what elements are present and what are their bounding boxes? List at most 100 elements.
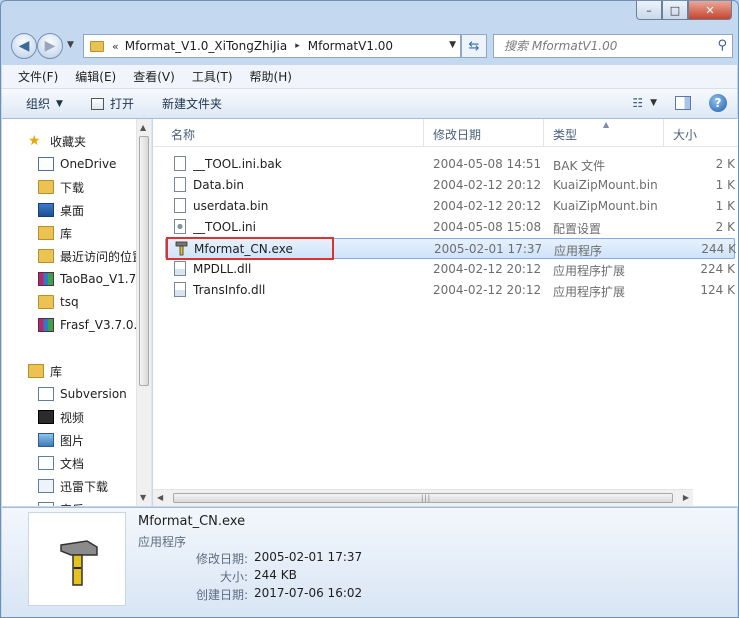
preview-pane-icon[interactable] [675, 96, 691, 110]
horizontal-scrollbar[interactable]: ◀ ||| ▶ [153, 489, 693, 506]
open-button[interactable]: 打开 [90, 95, 134, 112]
dropdown-arrow-icon: ▼ [56, 98, 63, 109]
menu-view[interactable]: 查看(V) [133, 68, 175, 85]
column-date[interactable]: 修改日期 [433, 126, 481, 143]
search-box: ⚲ [493, 34, 733, 58]
details-file-type: 应用程序 [138, 535, 187, 549]
file-name: __TOOL.ini [193, 220, 256, 234]
file-row[interactable]: userdata.bin 2004-02-12 20:12 KuaiZipMou… [165, 196, 735, 217]
nav-item-onedrive[interactable]: OneDrive [2, 153, 137, 175]
forward-button[interactable]: ▶ [37, 33, 63, 59]
nav-item-label: 音乐 [60, 501, 84, 507]
nav-item-tsq[interactable]: tsq [2, 291, 137, 313]
nav-library[interactable]: 库 [2, 360, 137, 382]
file-row[interactable]: TransInfo.dll 2004-02-12 20:12 应用程序扩展 12… [165, 280, 735, 301]
search-icon[interactable]: ⚲ [717, 38, 727, 53]
nav-item-videos[interactable]: 视频 [2, 406, 137, 428]
nav-item-pictures[interactable]: 图片 [2, 429, 137, 451]
breadcrumb-overflow[interactable]: « [112, 40, 119, 53]
nav-item-label: 下载 [60, 180, 85, 195]
column-divider[interactable] [663, 119, 664, 147]
nav-item-label: TaoBao_V1.7 [60, 272, 137, 286]
file-icon [174, 198, 186, 213]
details-created-label: 创建日期: [195, 588, 248, 602]
address-row: ◀ ▶ ▼ « Mformat_V1.0_XiTongZhiJia ▸ Mfor… [9, 32, 733, 60]
column-name[interactable]: 名称 [171, 126, 195, 143]
close-button[interactable]: ✕ [688, 1, 732, 20]
nav-item-documents[interactable]: 文档 [2, 452, 137, 474]
command-bar: 组织 ▼ 打开 新建文件夹 ☷ ▼ ? [2, 89, 737, 119]
maximize-button[interactable]: □ [662, 1, 688, 20]
nav-item-subversion[interactable]: Subversion [2, 383, 137, 405]
file-list-pane: ▲ 名称 修改日期 类型 大小 __TOOL.ini.bak 2004-05-0… [153, 119, 738, 506]
menu-help[interactable]: 帮助(H) [250, 68, 292, 85]
back-button[interactable]: ◀ [11, 33, 37, 59]
nav-item-frasf[interactable]: Frasf_V3.7.0.0 [2, 314, 137, 336]
dll-icon [174, 282, 186, 297]
scroll-grip-icon: ||| [421, 494, 432, 502]
view-controls: ☷ ▼ ? [632, 94, 727, 112]
details-file-name: Mformat_CN.exe [138, 514, 246, 529]
refresh-button[interactable]: ⇆ [461, 34, 487, 58]
column-type[interactable]: 类型 [553, 126, 577, 143]
file-row[interactable]: __TOOL.ini.bak 2004-05-08 14:51 BAK 文件 2… [165, 154, 735, 175]
address-bar[interactable]: « Mformat_V1.0_XiTongZhiJia ▸ MformatV1.… [83, 34, 461, 58]
view-icon[interactable]: ☷ [632, 96, 643, 110]
address-dropdown-icon[interactable]: ▼ [449, 40, 456, 50]
view-dropdown-icon[interactable]: ▼ [650, 98, 657, 108]
file-icon [174, 177, 186, 192]
nav-item-label: 视频 [60, 410, 85, 425]
details-created-row: 创建日期: 2017-07-06 16:02 [138, 586, 438, 604]
column-size[interactable]: 大小 [673, 126, 697, 143]
nav-scrollbar[interactable]: ▲ ▼ [136, 119, 151, 506]
file-size: 1 K [715, 178, 735, 192]
scroll-right-icon[interactable]: ▶ [683, 493, 689, 502]
column-divider[interactable] [543, 119, 544, 147]
file-row[interactable]: Data.bin 2004-02-12 20:12 KuaiZipMount.b… [165, 175, 735, 196]
menu-tools[interactable]: 工具(T) [192, 68, 233, 85]
details-size-label: 大小: [219, 570, 248, 584]
minimize-button[interactable]: – [636, 1, 662, 20]
nav-favorites[interactable]: ★ 收藏夹 [2, 130, 137, 152]
history-dropdown-icon[interactable]: ▼ [67, 40, 74, 50]
new-folder-button[interactable]: 新建文件夹 [162, 95, 222, 112]
nav-item-label: Subversion [60, 387, 127, 401]
new-folder-label: 新建文件夹 [161, 97, 222, 111]
nav-item-label: OneDrive [60, 157, 117, 171]
search-input[interactable] [494, 35, 704, 57]
file-date: 2004-05-08 14:51 [433, 157, 542, 171]
nav-item-music[interactable]: 音乐 [2, 498, 137, 506]
picture-icon [38, 433, 54, 447]
breadcrumb-item[interactable]: Mformat_V1.0_XiTongZhiJia [125, 39, 287, 53]
nav-item-library[interactable]: 库 [2, 222, 137, 244]
star-icon: ★ [28, 133, 41, 149]
nav-item-label: tsq [60, 295, 79, 309]
breadcrumb-separator-icon[interactable]: ▸ [295, 41, 300, 51]
file-row[interactable]: __TOOL.ini 2004-05-08 15:08 配置设置 2 K [165, 217, 735, 238]
nav-item-downloads[interactable]: 下载 [2, 176, 137, 198]
nav-item-label: 图片 [60, 433, 85, 448]
nav-item-recent[interactable]: 最近访问的位置 [2, 245, 137, 267]
explorer-window: – □ ✕ ◀ ▶ ▼ « Mformat_V1.0_XiTongZhiJia … [0, 0, 739, 618]
recent-places-icon [38, 249, 54, 263]
column-divider[interactable] [423, 119, 424, 147]
scroll-up-icon[interactable]: ▲ [140, 123, 146, 132]
menu-file[interactable]: 文件(F) [18, 68, 58, 85]
document-icon [38, 456, 54, 470]
scroll-left-icon[interactable]: ◀ [157, 493, 163, 502]
nav-item-xunlei[interactable]: 迅雷下载 [2, 475, 137, 497]
details-size-row: 大小: 244 KB [138, 568, 438, 586]
file-row[interactable]: MPDLL.dll 2004-02-12 20:12 应用程序扩展 224 K [165, 259, 735, 280]
file-name: MPDLL.dll [193, 262, 252, 276]
scroll-down-icon[interactable]: ▼ [140, 493, 146, 502]
nav-item-desktop[interactable]: 桌面 [2, 199, 137, 221]
rar-archive-icon [38, 272, 54, 286]
breadcrumb-item[interactable]: MformatV1.00 [308, 39, 393, 53]
file-name: Data.bin [193, 178, 245, 192]
help-icon[interactable]: ? [709, 94, 727, 112]
scroll-thumb[interactable] [139, 136, 149, 386]
organize-button[interactable]: 组织 ▼ [26, 95, 63, 112]
nav-library-label: 库 [50, 364, 63, 379]
menu-edit[interactable]: 编辑(E) [75, 68, 116, 85]
nav-item-taobao[interactable]: TaoBao_V1.7 [2, 268, 137, 290]
